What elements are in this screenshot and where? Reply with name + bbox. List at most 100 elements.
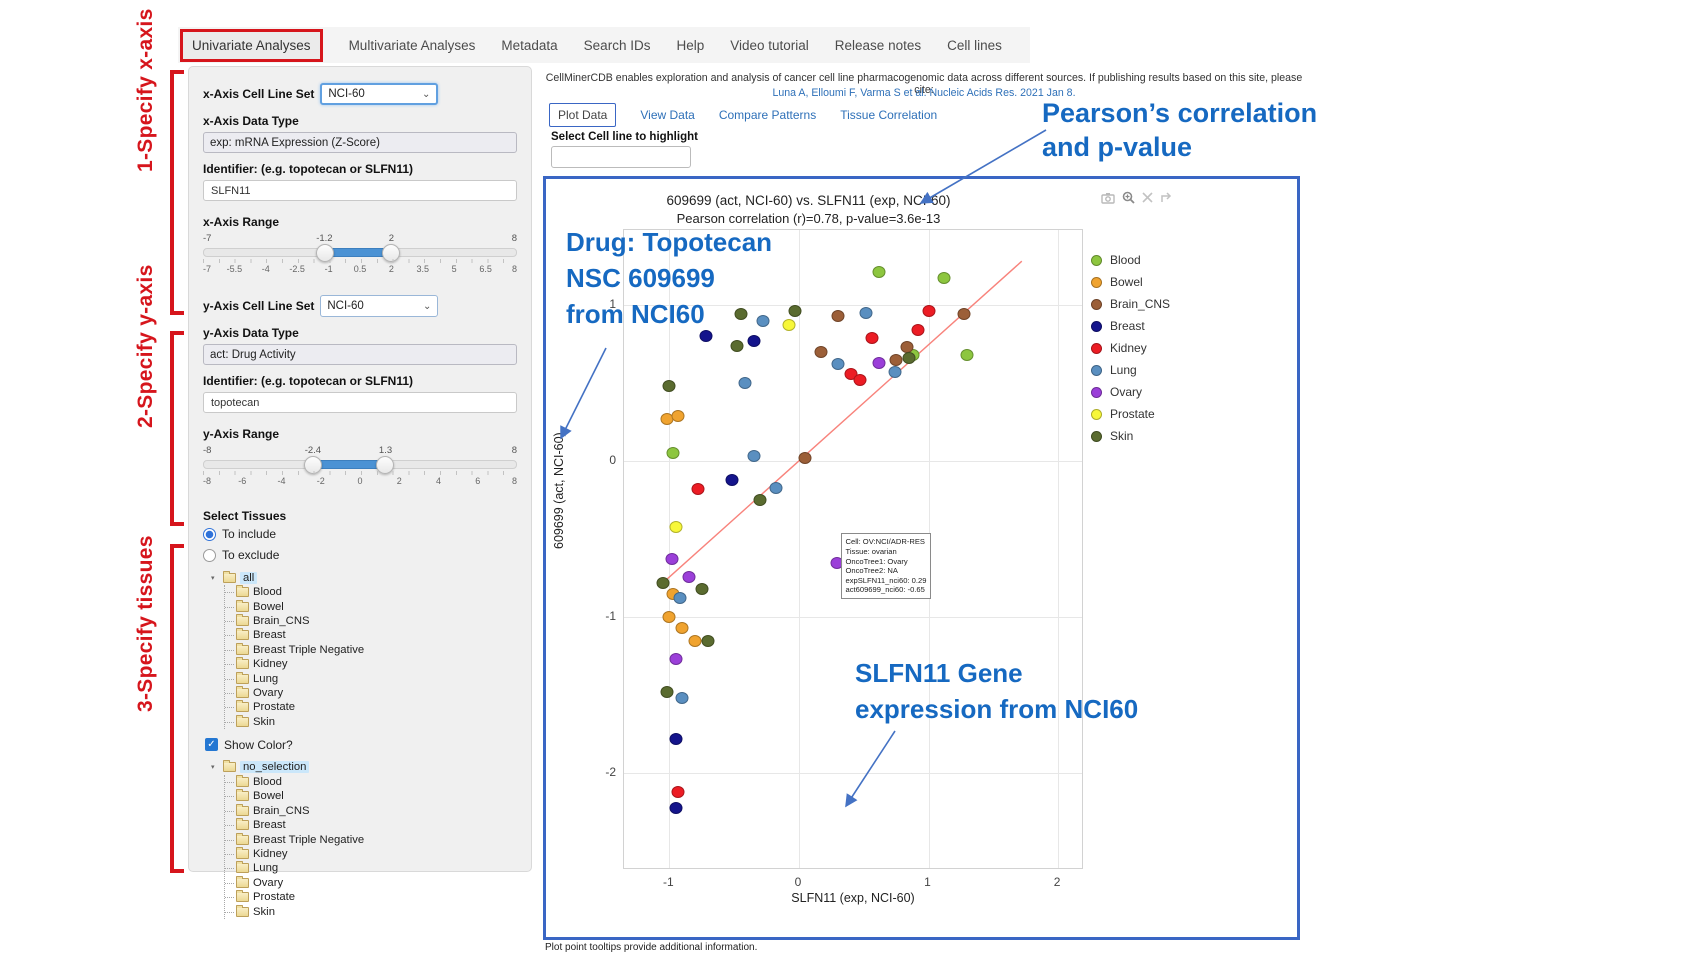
scatter-point-ovary[interactable] xyxy=(665,553,678,565)
legend-item-kidney[interactable]: Kidney xyxy=(1091,337,1170,359)
legend-item-ovary[interactable]: Ovary xyxy=(1091,381,1170,403)
tree-item-lung[interactable]: Lung xyxy=(225,861,517,875)
scatter-point-breast[interactable] xyxy=(725,474,738,486)
scatter-point-prostate[interactable] xyxy=(669,521,682,533)
scatter-point-lung[interactable] xyxy=(888,366,901,378)
scatter-point-kidney[interactable] xyxy=(853,374,866,386)
tree-item-prostate[interactable]: Prostate xyxy=(225,890,517,904)
tissues-exclude-option[interactable]: To exclude xyxy=(203,548,517,562)
camera-icon[interactable] xyxy=(1101,192,1115,204)
zoom-in-icon[interactable] xyxy=(1122,191,1135,204)
scatter-point-kidney[interactable] xyxy=(922,305,935,317)
close-icon[interactable] xyxy=(1142,192,1153,203)
scatter-point-ovary[interactable] xyxy=(669,653,682,665)
reset-axes-icon[interactable] xyxy=(1160,192,1172,204)
x-identifier-input[interactable]: SLFN11 xyxy=(203,180,517,201)
tree-item-blood[interactable]: Blood xyxy=(225,775,517,789)
scatter-point-lung[interactable] xyxy=(738,377,751,389)
nav-item-release-notes[interactable]: Release notes xyxy=(835,38,921,53)
scatter-point-breast[interactable] xyxy=(669,733,682,745)
tree-item-breast-triple-negative[interactable]: Breast Triple Negative xyxy=(225,832,517,846)
tree-item-ovary[interactable]: Ovary xyxy=(225,686,517,700)
scatter-point-brain_cns[interactable] xyxy=(890,354,903,366)
scatter-point-breast[interactable] xyxy=(669,802,682,814)
tree-item-ovary[interactable]: Ovary xyxy=(225,876,517,890)
scatter-point-prostate[interactable] xyxy=(782,319,795,331)
nav-item-cell-lines[interactable]: Cell lines xyxy=(947,38,1002,53)
tree-item-skin[interactable]: Skin xyxy=(225,904,517,918)
scatter-point-kidney[interactable] xyxy=(865,332,878,344)
scatter-point-lung[interactable] xyxy=(673,592,686,604)
tree-item-breast-triple-negative[interactable]: Breast Triple Negative xyxy=(225,643,517,657)
tree-expander-icon[interactable]: ▾ xyxy=(211,763,219,771)
tree-item-bowel[interactable]: Bowel xyxy=(225,789,517,803)
scatter-point-brain_cns[interactable] xyxy=(831,310,844,322)
legend-item-prostate[interactable]: Prostate xyxy=(1091,403,1170,425)
radio-exclude[interactable] xyxy=(203,549,216,562)
nav-item-video-tutorial[interactable]: Video tutorial xyxy=(730,38,809,53)
scatter-point-lung[interactable] xyxy=(747,450,760,462)
legend-item-skin[interactable]: Skin xyxy=(1091,425,1170,447)
legend-item-bowel[interactable]: Bowel xyxy=(1091,271,1170,293)
nav-item-univariate-analyses[interactable]: Univariate Analyses xyxy=(180,29,323,62)
scatter-point-ovary[interactable] xyxy=(682,571,695,583)
nav-item-search-ids[interactable]: Search IDs xyxy=(584,38,651,53)
scatter-point-lung[interactable] xyxy=(676,692,689,704)
scatter-point-skin[interactable] xyxy=(754,494,767,506)
tree-item-lung[interactable]: Lung xyxy=(225,671,517,685)
legend-item-breast[interactable]: Breast xyxy=(1091,315,1170,337)
scatter-point-kidney[interactable] xyxy=(691,483,704,495)
nav-item-multivariate-analyses[interactable]: Multivariate Analyses xyxy=(349,38,476,53)
tissues-include-option[interactable]: To include xyxy=(203,527,517,541)
x-cell-line-set-select[interactable]: NCI-60 ⌄ xyxy=(320,83,438,105)
tree-root[interactable]: ▾no_selection xyxy=(211,760,517,775)
scatter-point-lung[interactable] xyxy=(769,482,782,494)
radio-include[interactable] xyxy=(203,528,216,541)
scatter-point-bowel[interactable] xyxy=(676,622,689,634)
scatter-point-bowel[interactable] xyxy=(689,635,702,647)
scatter-point-skin[interactable] xyxy=(660,686,673,698)
highlight-cell-line-input[interactable] xyxy=(551,146,691,168)
legend-item-lung[interactable]: Lung xyxy=(1091,359,1170,381)
legend-item-brain_cns[interactable]: Brain_CNS xyxy=(1091,293,1170,315)
scatter-point-brain_cns[interactable] xyxy=(799,452,812,464)
nav-item-help[interactable]: Help xyxy=(676,38,704,53)
tree-item-kidney[interactable]: Kidney xyxy=(225,847,517,861)
tree-item-bowel[interactable]: Bowel xyxy=(225,599,517,613)
slider-track[interactable] xyxy=(203,460,517,469)
scatter-point-skin[interactable] xyxy=(695,583,708,595)
scatter-point-brain_cns[interactable] xyxy=(957,308,970,320)
y-range-slider[interactable]: -8-2.41.38-8-6-4-202468 xyxy=(203,445,517,491)
tree-item-breast[interactable]: Breast xyxy=(225,818,517,832)
scatter-point-kidney[interactable] xyxy=(672,786,685,798)
tree-item-brain-cns[interactable]: Brain_CNS xyxy=(225,804,517,818)
tree-item-brain-cns[interactable]: Brain_CNS xyxy=(225,614,517,628)
show-color-option[interactable]: ✓ Show Color? xyxy=(205,738,517,752)
scatter-point-brain_cns[interactable] xyxy=(815,346,828,358)
x-data-type-select[interactable]: exp: mRNA Expression (Z-Score) xyxy=(203,132,517,153)
scatter-point-skin[interactable] xyxy=(903,352,916,364)
scatter-point-ovary[interactable] xyxy=(873,357,886,369)
tab-tissue-correlation[interactable]: Tissue Correlation xyxy=(840,108,937,122)
legend-item-blood[interactable]: Blood xyxy=(1091,249,1170,271)
scatter-point-skin[interactable] xyxy=(730,340,743,352)
tree-item-skin[interactable]: Skin xyxy=(225,715,517,729)
tab-view-data[interactable]: View Data xyxy=(640,108,694,122)
y-identifier-input[interactable]: topotecan xyxy=(203,392,517,413)
tab-compare-patterns[interactable]: Compare Patterns xyxy=(719,108,816,122)
tree-root[interactable]: ▾all xyxy=(211,570,517,585)
scatter-point-skin[interactable] xyxy=(789,305,802,317)
scatter-point-breast[interactable] xyxy=(747,335,760,347)
scatter-point-skin[interactable] xyxy=(656,577,669,589)
y-data-type-select[interactable]: act: Drug Activity xyxy=(203,344,517,365)
tree-item-blood[interactable]: Blood xyxy=(225,585,517,599)
scatter-point-kidney[interactable] xyxy=(912,324,925,336)
show-color-checkbox[interactable]: ✓ xyxy=(205,738,218,751)
scatter-point-bowel[interactable] xyxy=(672,410,685,422)
scatter-point-bowel[interactable] xyxy=(663,611,676,623)
scatter-point-blood[interactable] xyxy=(961,349,974,361)
scatter-point-blood[interactable] xyxy=(938,272,951,284)
tab-plot-data[interactable]: Plot Data xyxy=(549,103,616,127)
tree-item-prostate[interactable]: Prostate xyxy=(225,700,517,714)
scatter-point-blood[interactable] xyxy=(873,266,886,278)
